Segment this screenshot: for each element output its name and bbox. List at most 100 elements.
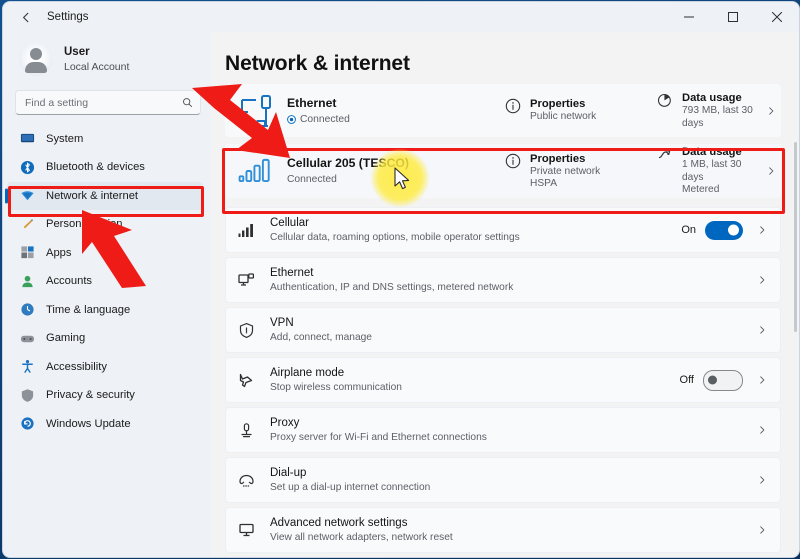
chevron-right-icon[interactable]: [752, 325, 772, 335]
page-title: Network & internet: [225, 52, 410, 75]
chevron-right-icon[interactable]: [752, 225, 772, 235]
row-subtitle: Authentication, IP and DNS settings, met…: [270, 282, 514, 293]
sidebar-item-label: Network & internet: [46, 189, 139, 202]
sidebar-item-label: Personalization: [46, 218, 123, 231]
proxy-icon: [238, 422, 270, 439]
row-text: Advanced network settings View all netwo…: [270, 516, 752, 544]
ethernet-properties[interactable]: Properties Public network: [505, 97, 657, 124]
settings-scroll-area: Ethernet Connected Properties Public net…: [211, 84, 799, 553]
row-advanced-network-settings[interactable]: Advanced network settings View all netwo…: [225, 507, 781, 553]
avatar: [19, 42, 53, 76]
data-usage-icon: [657, 146, 673, 162]
system-icon: [19, 131, 35, 147]
sidebar-item-accessibility[interactable]: Accessibility: [7, 353, 203, 381]
sidebar-item-accounts[interactable]: Accounts: [7, 268, 203, 296]
minimize-button[interactable]: [667, 2, 711, 32]
ethernet-status-icon: [225, 91, 287, 131]
chevron-right-icon[interactable]: [752, 375, 772, 385]
row-cellular[interactable]: Cellular Cellular data, roaming options,…: [225, 207, 781, 253]
row-subtitle: Set up a dial-up internet connection: [270, 482, 431, 493]
row-right: [752, 275, 780, 285]
cellular-toggle[interactable]: [705, 220, 743, 240]
settings-rows: Cellular Cellular data, roaming options,…: [225, 207, 781, 553]
data-usage-icon: [657, 92, 673, 108]
account-block[interactable]: User Local Account: [3, 34, 211, 86]
data-usage-title: Data usage: [682, 146, 742, 159]
ethernet-data-usage[interactable]: Data usage 793 MB, last 30 days: [657, 91, 761, 130]
row-right: On: [681, 220, 780, 240]
back-button[interactable]: [11, 2, 41, 32]
content-scrollbar[interactable]: [794, 142, 797, 332]
cellular-signal-icon: [225, 156, 287, 186]
row-right: [752, 475, 780, 485]
accessibility-icon: [19, 359, 35, 375]
account-name: User: [64, 45, 90, 58]
status-card-ethernet[interactable]: Ethernet Connected Properties Public net…: [225, 84, 781, 137]
sidebar-item-label: Accounts: [46, 275, 93, 288]
row-ethernet[interactable]: Ethernet Authentication, IP and DNS sett…: [225, 257, 781, 303]
maximize-button[interactable]: [711, 2, 755, 32]
sidebar-item-label: Windows Update: [46, 417, 131, 430]
sidebar-item-personalization[interactable]: Personalization: [7, 211, 203, 239]
toggle-knob: [708, 375, 717, 385]
properties-title: Properties: [530, 152, 586, 165]
main-content: Network & internet Ethernet Connected Pr…: [211, 32, 799, 557]
chevron-right-icon[interactable]: [761, 166, 781, 176]
airplane-mode-toggle[interactable]: [703, 369, 743, 391]
sidebar-item-label: Gaming: [46, 332, 86, 345]
properties-line: Private network: [530, 165, 601, 177]
row-title: Dial-up: [270, 467, 307, 479]
row-dial-up[interactable]: Dial-up Set up a dial-up internet connec…: [225, 457, 781, 503]
sidebar-item-time-language[interactable]: Time & language: [7, 296, 203, 324]
sidebar-item-label: Accessibility: [46, 360, 107, 373]
sidebar-item-label: Time & language: [46, 303, 131, 316]
row-title: Proxy: [270, 417, 300, 429]
chevron-right-icon[interactable]: [752, 525, 772, 535]
properties-line: HSPA: [530, 178, 557, 189]
ethernet-status-main: Ethernet Connected: [287, 96, 505, 126]
chevron-right-icon[interactable]: [761, 106, 781, 116]
data-usage-line: Metered: [682, 184, 720, 196]
row-text: Proxy Proxy server for Wi-Fi and Etherne…: [270, 416, 752, 444]
vpn-shield-icon: [238, 322, 270, 339]
row-title: Ethernet: [270, 267, 314, 279]
row-right: [752, 525, 780, 535]
windows-update-icon: [19, 416, 35, 432]
account-subtitle: Local Account: [64, 60, 130, 73]
chevron-right-icon[interactable]: [752, 425, 772, 435]
cellular-properties[interactable]: Properties Private network HSPA: [505, 152, 657, 191]
sidebar-item-network-internet[interactable]: Network & internet: [7, 182, 203, 210]
status-card-cellular[interactable]: Cellular 205 (TESCO) Connected Propertie…: [225, 144, 781, 198]
cellular-data-usage[interactable]: Data usage 1 MB, last 30 days Metered: [657, 145, 761, 197]
sidebar-item-apps[interactable]: Apps: [7, 239, 203, 267]
properties-title: Properties: [530, 98, 586, 111]
row-vpn[interactable]: VPN Add, connect, manage: [225, 307, 781, 353]
network-icon: [19, 188, 35, 204]
row-text: VPN Add, connect, manage: [270, 316, 752, 344]
sidebar-item-gaming[interactable]: Gaming: [7, 325, 203, 353]
row-text: Airplane mode Stop wireless communicatio…: [270, 366, 680, 394]
chevron-right-icon[interactable]: [752, 275, 772, 285]
row-subtitle: View all network adapters, network reset: [270, 532, 453, 543]
row-title: VPN: [270, 317, 294, 329]
sidebar: User Local Account Find a setting System…: [3, 32, 211, 557]
bluetooth-icon: [19, 159, 35, 175]
sidebar-item-windows-update[interactable]: Windows Update: [7, 410, 203, 438]
data-usage-title: Data usage: [682, 92, 742, 104]
sidebar-nav: System Bluetooth & devices Network & int…: [3, 123, 211, 557]
sidebar-item-system[interactable]: System: [7, 125, 203, 153]
close-button[interactable]: [755, 2, 799, 32]
toggle-state-label: Off: [679, 374, 694, 386]
search-box[interactable]: [15, 90, 201, 115]
info-icon: [505, 98, 521, 114]
chevron-right-icon[interactable]: [752, 475, 772, 485]
sidebar-item-privacy-security[interactable]: Privacy & security: [7, 382, 203, 410]
sidebar-item-bluetooth-devices[interactable]: Bluetooth & devices: [7, 154, 203, 182]
row-subtitle: Stop wireless communication: [270, 382, 402, 393]
search-input[interactable]: [23, 95, 182, 110]
sidebar-item-label: Apps: [46, 246, 72, 259]
row-title: Advanced network settings: [270, 517, 408, 529]
row-proxy[interactable]: Proxy Proxy server for Wi-Fi and Etherne…: [225, 407, 781, 453]
status-subtitle: Connected: [287, 173, 505, 186]
row-airplane-mode[interactable]: Airplane mode Stop wireless communicatio…: [225, 357, 781, 403]
